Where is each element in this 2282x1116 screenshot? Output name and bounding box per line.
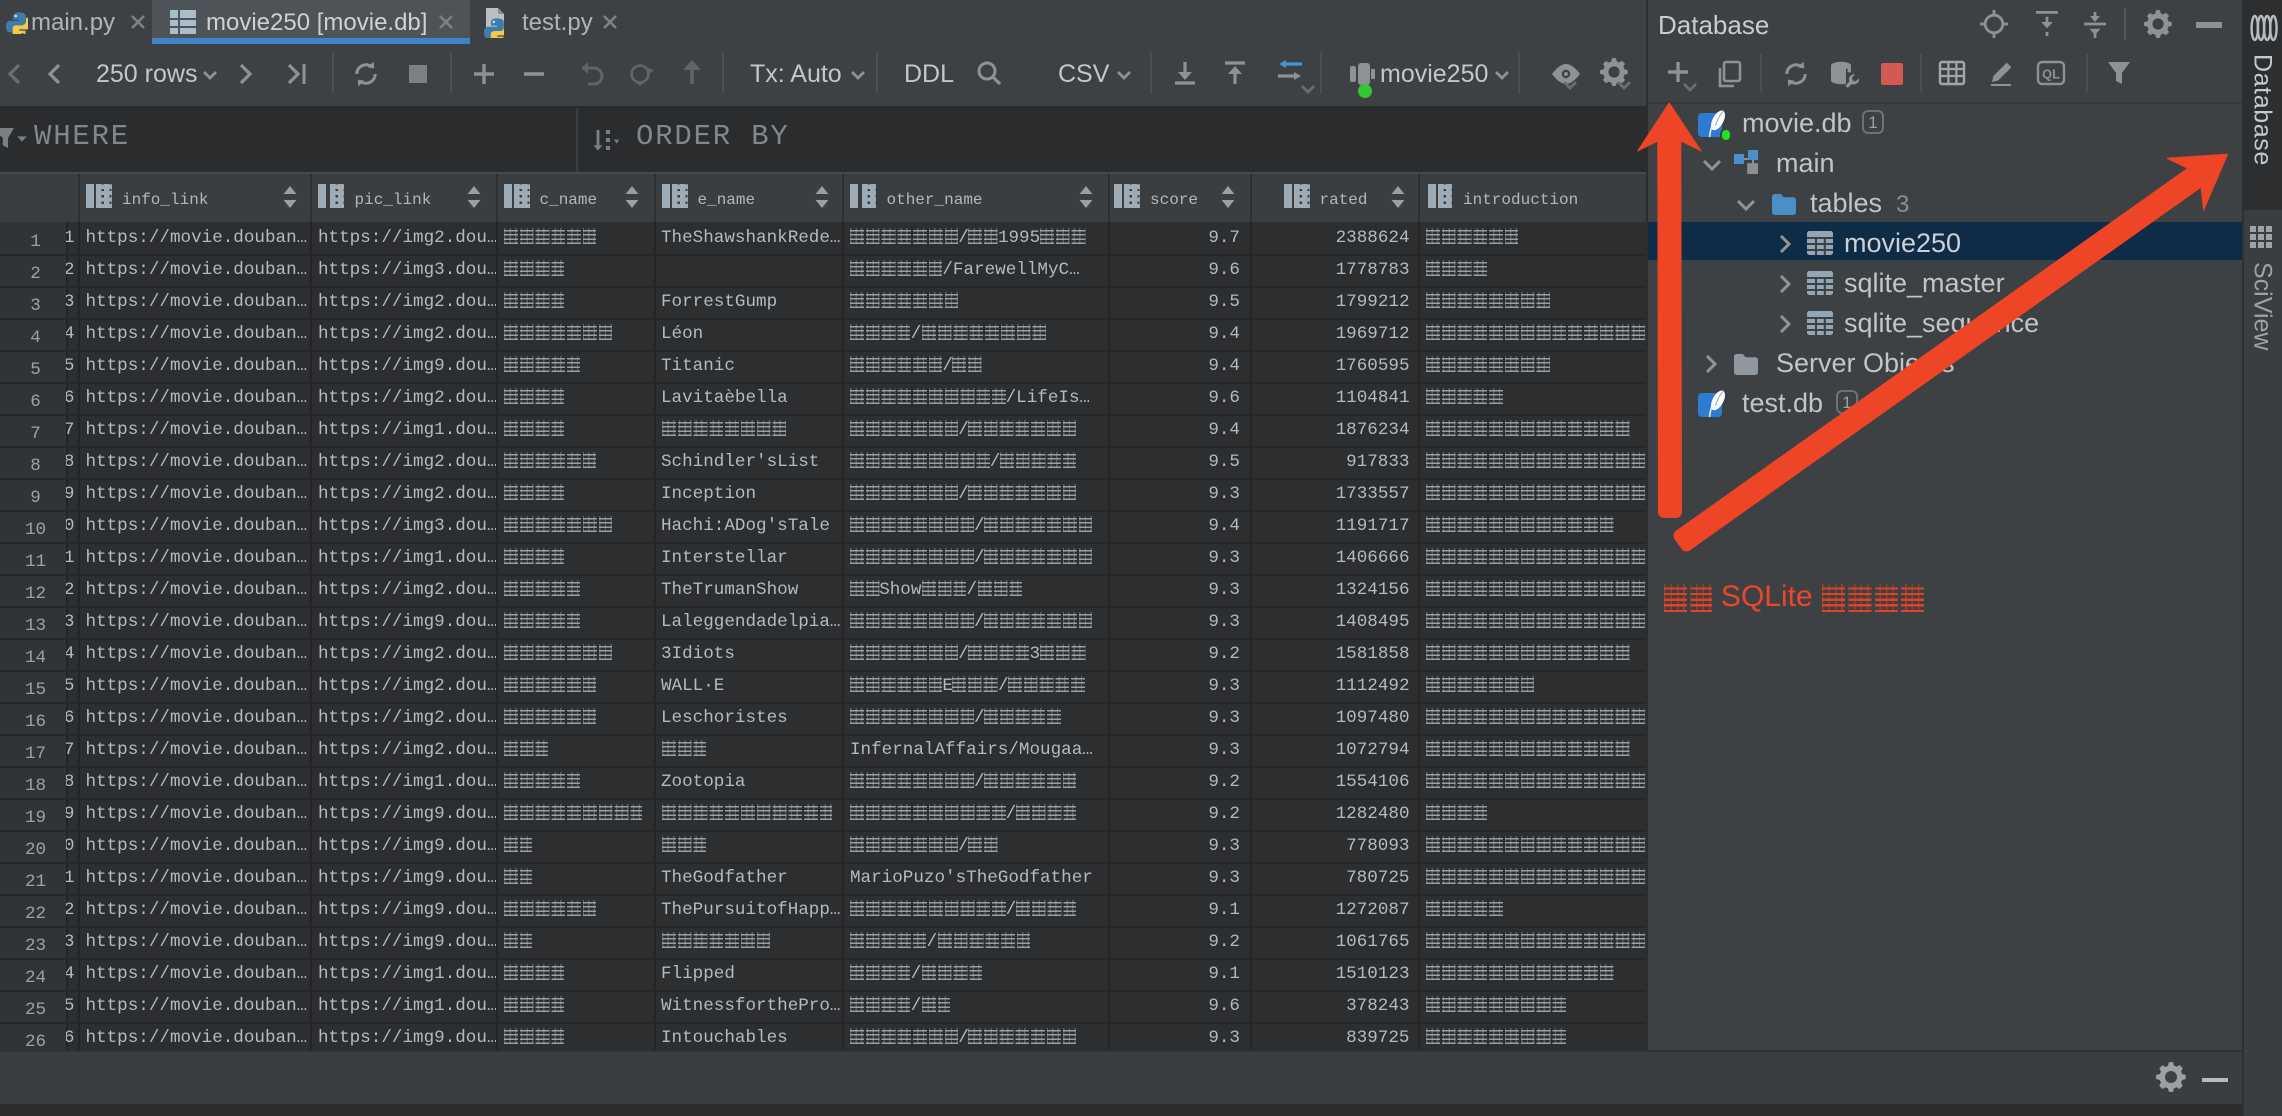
svg-text:QL: QL — [2042, 67, 2060, 82]
